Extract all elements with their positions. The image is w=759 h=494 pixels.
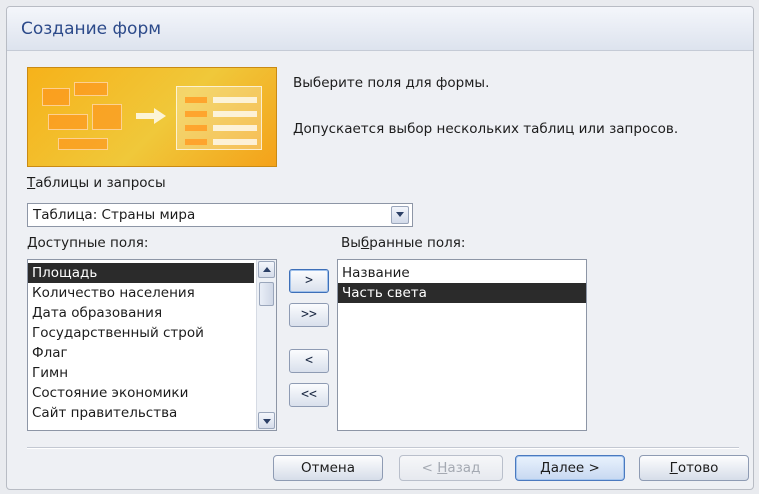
finish-button[interactable]: Готово xyxy=(639,455,749,481)
scroll-down-icon[interactable] xyxy=(258,412,275,429)
dialog-title: Создание форм xyxy=(21,19,162,39)
available-field-item[interactable]: Гимн xyxy=(28,363,254,383)
intro-line-1: Выберите поля для формы. xyxy=(293,75,490,91)
available-field-item[interactable]: Площадь xyxy=(28,263,254,283)
selected-field-item[interactable]: Название xyxy=(338,263,586,283)
chevron-down-icon[interactable] xyxy=(391,206,409,224)
add-all-fields-button[interactable]: >> xyxy=(289,303,329,327)
available-fields-list[interactable]: Площадь Количество населения Дата образова… xyxy=(27,259,277,431)
selected-fields-label: Выбранные поля: xyxy=(341,235,466,251)
available-field-item[interactable]: Количество населения xyxy=(28,283,254,303)
tables-combobox[interactable]: Таблица: Страны мира xyxy=(27,203,413,227)
back-button[interactable]: < Назад xyxy=(399,455,503,481)
available-fields-label: Доступные поля: xyxy=(27,235,149,251)
available-field-item[interactable]: Состояние экономики xyxy=(28,383,254,403)
next-button[interactable]: Далее > xyxy=(515,455,625,481)
button-separator xyxy=(27,447,739,449)
add-field-button[interactable]: > xyxy=(289,269,329,293)
available-scrollbar[interactable] xyxy=(256,260,276,430)
tables-label: Таблицы и запросы xyxy=(27,175,166,191)
available-field-item[interactable]: Сайт правительства xyxy=(28,403,254,423)
tables-combobox-value: Таблица: Страны мира xyxy=(33,207,196,223)
cancel-button[interactable]: Отмена xyxy=(273,455,383,481)
wizard-illustration xyxy=(27,67,277,167)
title-bar: Создание форм xyxy=(7,7,753,51)
available-field-item[interactable]: Дата образования xyxy=(28,303,254,323)
form-wizard-dialog: Создание форм Выберите поля для формы. Д… xyxy=(6,6,754,490)
scroll-up-icon[interactable] xyxy=(258,261,275,278)
scroll-thumb[interactable] xyxy=(259,282,274,306)
intro-line-2: Допускается выбор нескольких таблиц или … xyxy=(293,121,679,137)
remove-all-fields-button[interactable]: << xyxy=(289,383,329,407)
selected-fields-list[interactable]: Название Часть света xyxy=(337,259,587,431)
available-field-item[interactable]: Флаг xyxy=(28,343,254,363)
selected-field-item[interactable]: Часть света xyxy=(338,283,586,303)
remove-field-button[interactable]: < xyxy=(289,349,329,373)
available-field-item[interactable]: Государственный строй xyxy=(28,323,254,343)
